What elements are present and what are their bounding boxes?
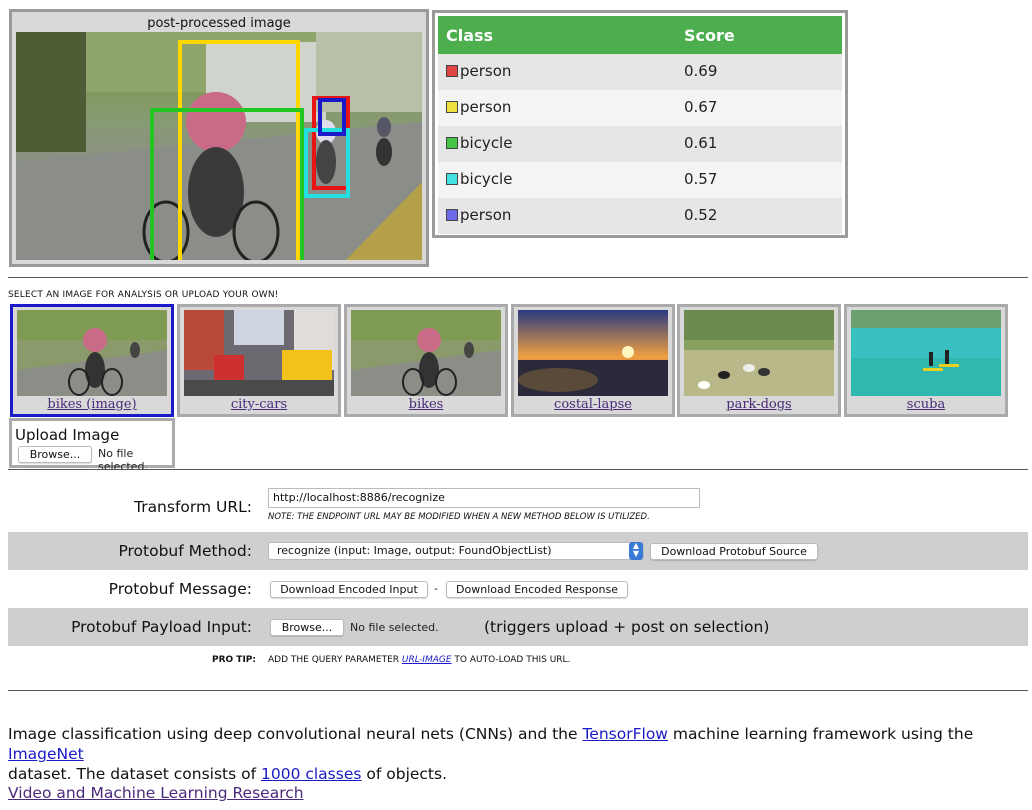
row-score: 0.52 <box>684 206 718 224</box>
thumb-image <box>17 310 167 396</box>
thumb-bikes-image[interactable]: bikes (image) <box>10 304 174 417</box>
row-class: bicycle <box>460 170 513 188</box>
divider <box>8 277 1028 278</box>
thumb-label[interactable]: bikes (image) <box>13 397 171 412</box>
thumb-label[interactable]: park-dogs <box>680 397 838 412</box>
gallery-title: SELECT AN IMAGE FOR ANALYSIS OR UPLOAD Y… <box>8 290 279 300</box>
separator: - <box>434 582 438 595</box>
transform-url-input[interactable]: http://localhost:8886/recognize <box>268 488 700 508</box>
preview-panel: post-processed image <box>9 9 429 267</box>
thumb-image <box>684 310 834 396</box>
table-row: person 0.52 <box>438 198 842 234</box>
score-table: Class Score person 0.69 person 0.67 bicy… <box>432 10 848 238</box>
thumb-image <box>351 310 501 396</box>
thumb-image <box>184 310 334 396</box>
color-swatch <box>446 137 458 149</box>
download-encoded-input-button[interactable]: Download Encoded Input <box>270 581 428 598</box>
payload-status: No file selected. <box>350 621 439 634</box>
table-row: bicycle 0.61 <box>438 126 842 162</box>
header-class: Class <box>446 26 494 45</box>
table-row: person 0.69 <box>438 54 842 90</box>
protip-label: PRO TIP: <box>212 655 256 665</box>
thumb-label[interactable]: scuba <box>847 397 1005 412</box>
thumb-park-dogs[interactable]: park-dogs <box>677 304 841 417</box>
row-class: person <box>460 62 512 80</box>
protobuf-payload-label: Protobuf Payload Input: <box>71 618 252 636</box>
thumb-label[interactable]: bikes <box>347 397 505 412</box>
thumb-costal-lapse[interactable]: costal-lapse <box>511 304 675 417</box>
preview-caption: post-processed image <box>147 16 291 31</box>
table-row: bicycle 0.57 <box>438 162 842 198</box>
classes-link[interactable]: 1000 classes <box>261 765 361 783</box>
method-selected-value: recognize (input: Image, output: FoundOb… <box>277 544 552 557</box>
divider <box>8 690 1028 691</box>
research-link[interactable]: Video and Machine Learning Research <box>8 784 304 802</box>
bbox-person-blue <box>318 98 346 136</box>
tensorflow-link[interactable]: TensorFlow <box>582 725 668 743</box>
download-encoded-response-button[interactable]: Download Encoded Response <box>446 581 628 598</box>
browse-button[interactable]: Browse... <box>18 446 92 463</box>
row-class: person <box>460 98 512 116</box>
protobuf-method-label: Protobuf Method: <box>118 542 252 560</box>
bbox-bicycle-cyan <box>304 128 350 198</box>
color-swatch <box>446 101 458 113</box>
protobuf-method-select[interactable]: recognize (input: Image, output: FoundOb… <box>268 542 644 560</box>
row-score: 0.57 <box>684 170 718 188</box>
payload-browse-button[interactable]: Browse... <box>270 619 344 636</box>
transform-url-note: NOTE: THE ENDPOINT URL MAY BE MODIFIED W… <box>268 512 650 522</box>
color-swatch <box>446 209 458 221</box>
url-image-link[interactable]: URL-IMAGE <box>402 655 452 665</box>
imagenet-link[interactable]: ImageNet <box>8 745 84 763</box>
protip-text: ADD THE QUERY PARAMETER URL-IMAGE TO AUT… <box>268 655 571 665</box>
thumb-image <box>851 310 1001 396</box>
thumb-label[interactable]: costal-lapse <box>514 397 672 412</box>
row-score: 0.69 <box>684 62 718 80</box>
payload-hint: (triggers upload + post on selection) <box>484 618 770 636</box>
row-class: bicycle <box>460 134 513 152</box>
divider <box>8 469 1028 470</box>
protobuf-message-label: Protobuf Message: <box>108 580 252 598</box>
row-class: person <box>460 206 512 224</box>
row-score: 0.61 <box>684 134 718 152</box>
score-table-header: Class Score <box>438 16 842 54</box>
color-swatch <box>446 173 458 185</box>
description: Image classification using deep convolut… <box>8 725 974 783</box>
thumb-city-cars[interactable]: city-cars <box>177 304 341 417</box>
thumb-bikes[interactable]: bikes <box>344 304 508 417</box>
table-row: person 0.67 <box>438 90 842 126</box>
bbox-bicycle-green <box>150 108 304 260</box>
transform-url-label: Transform URL: <box>134 498 252 516</box>
updown-arrow-icon: ▲ ▼ <box>629 542 643 560</box>
thumb-label[interactable]: city-cars <box>180 397 338 412</box>
upload-label: Upload Image <box>15 426 120 444</box>
row-score: 0.67 <box>684 98 718 116</box>
header-score: Score <box>684 26 735 45</box>
thumb-image <box>518 310 668 396</box>
preview-image <box>16 32 422 260</box>
download-protobuf-source-button[interactable]: Download Protobuf Source <box>650 543 818 560</box>
thumb-scuba[interactable]: scuba <box>844 304 1008 417</box>
upload-image-panel: Upload Image Browse... No file selected. <box>9 418 175 473</box>
color-swatch <box>446 65 458 77</box>
